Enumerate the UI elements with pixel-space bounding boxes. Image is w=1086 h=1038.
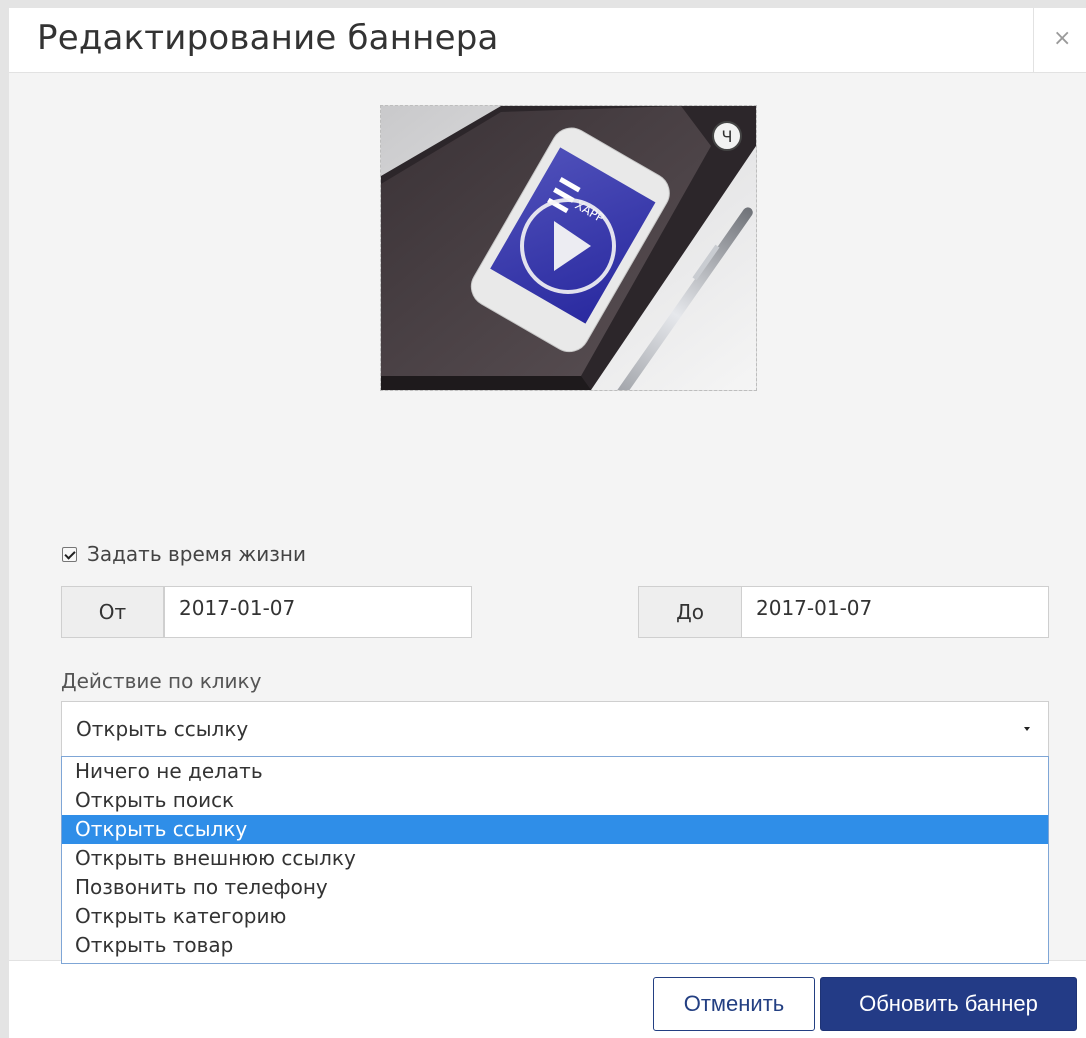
option-open-external-link[interactable]: Открыть внешнюю ссылку [62, 844, 1048, 873]
lifetime-checkbox[interactable] [62, 546, 77, 562]
option-open-search[interactable]: Открыть поиск [62, 786, 1048, 815]
from-label: От [61, 586, 164, 638]
to-label: До [638, 586, 742, 638]
cancel-button[interactable]: Отменить [653, 977, 815, 1031]
option-call-phone[interactable]: Позвонить по телефону [62, 873, 1048, 902]
lifetime-label: Задать время жизни [87, 542, 306, 566]
modal-header: Редактирование баннера × [9, 8, 1086, 73]
option-do-nothing[interactable]: Ничего не делать [62, 757, 1048, 786]
modal-body: XAPP Ч Задать время жизни От 2017-01-07 … [9, 73, 1086, 964]
svg-text:Ч: Ч [722, 127, 733, 146]
modal-title: Редактирование баннера [37, 18, 499, 58]
click-action-select[interactable]: Открыть ссылку [61, 701, 1049, 756]
click-action-selected-value: Открыть ссылку [76, 717, 249, 741]
from-date-input[interactable]: 2017-01-07 [164, 586, 472, 638]
corner-badge-icon: Ч [712, 121, 742, 151]
close-button[interactable]: × [1033, 8, 1086, 72]
option-open-product[interactable]: Открыть товар [62, 931, 1048, 960]
to-date-input[interactable]: 2017-01-07 [741, 586, 1049, 638]
option-open-category[interactable]: Открыть категорию [62, 902, 1048, 931]
edit-banner-modal: Редактирование баннера × XAPP Ч Задать в… [9, 8, 1086, 1038]
update-banner-button[interactable]: Обновить баннер [820, 977, 1077, 1031]
click-action-dropdown: Ничего не делать Открыть поиск Открыть с… [61, 756, 1049, 964]
lifetime-checkbox-row[interactable]: Задать время жизни [62, 542, 306, 566]
banner-photo: XAPP Ч [381, 106, 756, 390]
banner-image[interactable]: XAPP Ч [380, 105, 757, 391]
click-action-label: Действие по клику [61, 669, 262, 693]
modal-footer: Отменить Обновить баннер [9, 960, 1086, 1038]
option-open-link[interactable]: Открыть ссылку [62, 815, 1048, 844]
chevron-down-icon [1024, 727, 1030, 731]
close-icon: × [1053, 26, 1072, 51]
